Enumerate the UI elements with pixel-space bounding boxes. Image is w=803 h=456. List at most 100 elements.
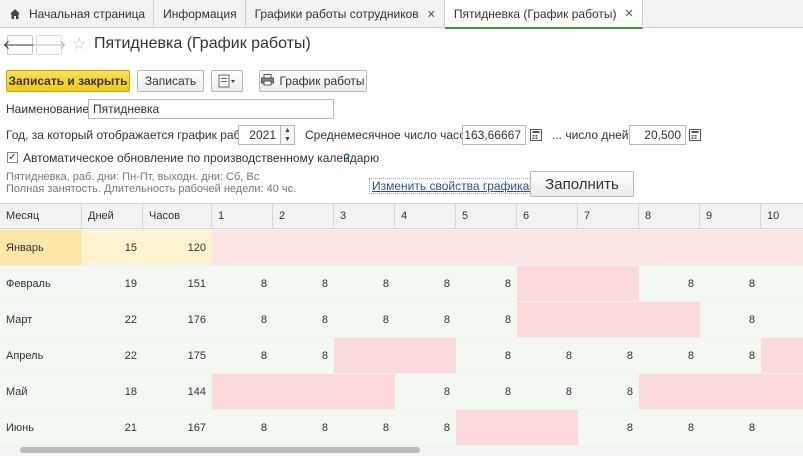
scrollbar-thumb[interactable] — [20, 447, 420, 453]
day-cell[interactable]: 8 — [395, 410, 456, 446]
day-cell[interactable]: 8 — [395, 374, 456, 410]
day-cell[interactable] — [639, 374, 700, 410]
day-cell[interactable]: 8 — [700, 302, 761, 338]
tab-schedules[interactable]: Графики работы сотрудников ✕ — [246, 0, 445, 28]
day-cell[interactable] — [578, 230, 639, 266]
day-cell[interactable]: 8 — [456, 302, 517, 338]
fill-button[interactable]: Заполнить — [530, 171, 634, 197]
day-cell[interactable]: 8 — [212, 302, 273, 338]
day-cell[interactable]: 8 — [700, 410, 761, 446]
month-cell[interactable]: Февраль — [0, 266, 82, 302]
day-cell[interactable]: 8 — [212, 338, 273, 374]
day-cell[interactable] — [517, 410, 578, 446]
day-cell[interactable] — [578, 266, 639, 302]
day-cell[interactable]: 8 — [456, 374, 517, 410]
day-cell[interactable] — [517, 302, 578, 338]
day-cell[interactable] — [456, 410, 517, 446]
total-cell[interactable]: 176 — [143, 302, 212, 338]
tab-five-day[interactable]: Пятидневка (График работы) ✕ — [444, 0, 643, 29]
day-cell[interactable]: 8 — [517, 374, 578, 410]
save-and-close-button[interactable]: Записать и закрыть — [6, 70, 130, 92]
day-cell[interactable] — [212, 374, 273, 410]
day-cell[interactable] — [761, 266, 803, 302]
calculator-icon[interactable] — [529, 128, 543, 142]
month-cell[interactable]: Апрель — [0, 338, 82, 374]
schedule-button[interactable]: График работы — [259, 70, 367, 92]
column-header[interactable]: 7 — [578, 204, 639, 229]
close-icon[interactable]: ✕ — [625, 7, 634, 20]
tab-home[interactable]: Начальная страница — [0, 0, 155, 28]
total-cell[interactable]: 21 — [82, 410, 143, 446]
day-cell[interactable] — [334, 374, 395, 410]
month-cell[interactable]: Январь — [0, 230, 82, 266]
total-cell[interactable]: 151 — [143, 266, 212, 302]
day-cell[interactable]: 8 — [212, 266, 273, 302]
day-cell[interactable]: 8 — [273, 338, 334, 374]
print-menu-button[interactable] — [211, 70, 243, 92]
column-header[interactable]: Дней — [82, 204, 143, 229]
day-cell[interactable]: 8 — [456, 338, 517, 374]
total-cell[interactable]: 120 — [143, 230, 212, 266]
day-cell[interactable] — [700, 230, 761, 266]
column-header[interactable]: Часов — [143, 204, 212, 229]
day-cell[interactable]: 8 — [700, 266, 761, 302]
total-cell[interactable]: 19 — [82, 266, 143, 302]
calculator-icon[interactable] — [688, 128, 702, 142]
day-cell[interactable]: 8 — [334, 266, 395, 302]
day-cell[interactable]: 8 — [639, 266, 700, 302]
day-cell[interactable] — [639, 230, 700, 266]
day-cell[interactable] — [334, 338, 395, 374]
day-cell[interactable]: 8 — [273, 266, 334, 302]
forward-button[interactable]: 🡒 — [32, 35, 66, 55]
avg-hours-input[interactable]: 163,66667 — [462, 125, 526, 145]
total-cell[interactable]: 15 — [82, 230, 143, 266]
total-cell[interactable]: 167 — [143, 410, 212, 446]
day-cell[interactable] — [273, 374, 334, 410]
column-header[interactable]: 3 — [334, 204, 395, 229]
day-cell[interactable] — [761, 338, 803, 374]
day-cell[interactable] — [761, 230, 803, 266]
day-cell[interactable] — [517, 230, 578, 266]
total-cell[interactable]: 18 — [82, 374, 143, 410]
total-cell[interactable]: 175 — [143, 338, 212, 374]
day-cell[interactable] — [578, 302, 639, 338]
total-cell[interactable]: 22 — [82, 338, 143, 374]
day-cell[interactable] — [517, 266, 578, 302]
tab-info[interactable]: Информация — [154, 0, 246, 28]
column-header[interactable]: 9 — [700, 204, 761, 229]
day-cell[interactable]: 8 — [395, 302, 456, 338]
column-header[interactable]: 4 — [395, 204, 456, 229]
day-cell[interactable]: 8 — [517, 338, 578, 374]
column-header[interactable]: 1 — [212, 204, 273, 229]
close-icon[interactable]: ✕ — [427, 8, 436, 21]
day-cell[interactable] — [395, 338, 456, 374]
column-header[interactable]: 6 — [517, 204, 578, 229]
column-header[interactable]: 2 — [273, 204, 334, 229]
auto-update-checkbox[interactable]: ✓ — [7, 152, 18, 163]
month-cell[interactable]: Июнь — [0, 410, 82, 446]
total-cell[interactable]: 22 — [82, 302, 143, 338]
day-cell[interactable]: 8 — [700, 338, 761, 374]
day-cell[interactable]: 8 — [761, 410, 803, 446]
day-cell[interactable] — [639, 302, 700, 338]
day-cell[interactable]: 8 — [578, 374, 639, 410]
help-icon[interactable]: ? — [343, 151, 350, 165]
day-cell[interactable]: 8 — [639, 410, 700, 446]
day-cell[interactable]: 8 — [273, 410, 334, 446]
year-stepper[interactable]: ▲ ▼ — [281, 125, 295, 145]
day-cell[interactable]: 8 — [212, 410, 273, 446]
day-cell[interactable] — [456, 230, 517, 266]
back-button[interactable]: 🡐 — [3, 35, 37, 55]
day-cell[interactable]: 8 — [578, 338, 639, 374]
day-cell[interactable] — [395, 230, 456, 266]
day-cell[interactable] — [761, 374, 803, 410]
month-cell[interactable]: Май — [0, 374, 82, 410]
day-cell[interactable] — [334, 230, 395, 266]
month-cell[interactable]: Март — [0, 302, 82, 338]
star-icon[interactable]: ☆ — [72, 34, 86, 54]
day-cell[interactable]: 8 — [334, 302, 395, 338]
day-cell[interactable]: 8 — [395, 266, 456, 302]
name-input[interactable]: Пятидневка — [88, 99, 334, 119]
day-cell[interactable]: 8 — [273, 302, 334, 338]
day-cell[interactable] — [761, 302, 803, 338]
